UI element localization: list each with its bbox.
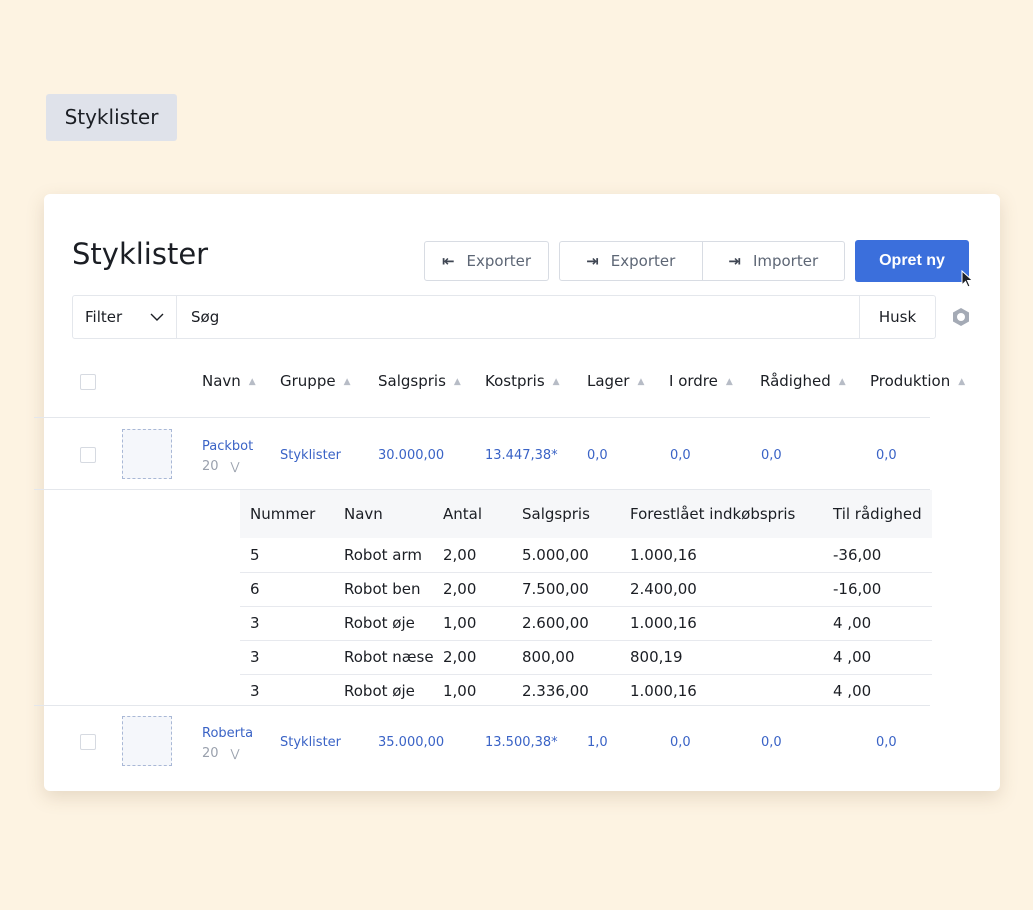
product-thumbnail bbox=[122, 716, 172, 766]
column-header-i-ordre[interactable]: I ordre ▲ bbox=[669, 372, 733, 390]
column-header-kostpris[interactable]: Kostpris ▲ bbox=[485, 372, 560, 390]
sort-icon: ▲ bbox=[552, 377, 560, 387]
sort-icon: ▲ bbox=[637, 377, 645, 387]
column-header-lager[interactable]: Lager ▲ bbox=[587, 372, 644, 390]
expand-chevron-icon[interactable]: ⋁ bbox=[231, 460, 240, 473]
row-production: 0,0 bbox=[876, 448, 897, 463]
component-row[interactable]: 6 Robot ben 2,00 7.500,00 2.400,00 -16,0… bbox=[240, 572, 932, 607]
sort-icon: ▲ bbox=[248, 377, 256, 387]
component-row[interactable]: 3 Robot øje 1,00 2.600,00 1.000,16 4 ,00 bbox=[240, 606, 932, 641]
components-col-purchase: Forestlået indkøbspris bbox=[630, 505, 796, 523]
import-icon: ⇥ bbox=[728, 252, 741, 270]
components-col-available: Til rådighed bbox=[833, 505, 922, 523]
table-header: Navn ▲ Gruppe ▲ Salgspris ▲ Kostpris ▲ Lager… bbox=[34, 362, 965, 402]
row-cost: 13.447,38* bbox=[485, 448, 558, 463]
row-checkbox[interactable] bbox=[80, 734, 96, 750]
bom-components-table: Nummer Navn Antal Salgspris Forestlået i… bbox=[240, 490, 932, 700]
row-checkbox[interactable] bbox=[80, 447, 96, 463]
components-col-price: Salgspris bbox=[522, 505, 590, 523]
mouse-cursor-icon bbox=[961, 270, 974, 288]
row-stock: 0,0 bbox=[587, 448, 608, 463]
component-row[interactable]: 5 Robot arm 2,00 5.000,00 1.000,16 -36,0… bbox=[240, 538, 932, 573]
row-in-order: 0,0 bbox=[670, 735, 691, 750]
filter-dropdown[interactable]: Filter bbox=[73, 296, 177, 338]
filter-bar: Filter Husk bbox=[72, 295, 936, 339]
column-header-gruppe[interactable]: Gruppe ▲ bbox=[280, 372, 351, 390]
table-row[interactable]: Roberta 20 ⋁ Styklister 35.000,00 13.500,… bbox=[34, 716, 930, 786]
component-row[interactable]: 3 Robot øje 1,00 2.336,00 1.000,16 4 ,00 bbox=[240, 674, 932, 708]
row-production: 0,0 bbox=[876, 735, 897, 750]
export-secondary-label: Exporter bbox=[610, 252, 676, 270]
component-row[interactable]: 3 Robot næse 2,00 800,00 800,19 4 ,00 bbox=[240, 640, 932, 675]
components-header: Nummer Navn Antal Salgspris Forestlået i… bbox=[240, 490, 932, 538]
sort-icon: ▲ bbox=[343, 377, 351, 387]
row-qty: 20 ⋁ bbox=[202, 746, 240, 761]
sort-icon: ▲ bbox=[838, 377, 846, 387]
column-header-navn[interactable]: Navn ▲ bbox=[202, 372, 256, 390]
column-header-salgspris[interactable]: Salgspris ▲ bbox=[378, 372, 461, 390]
export-arrow-icon: ⇤ bbox=[441, 252, 455, 270]
gear-icon[interactable] bbox=[948, 304, 974, 330]
export-import-group: ⇥ Exporter ⇥ Importer bbox=[559, 241, 845, 281]
search-input[interactable] bbox=[177, 296, 859, 338]
row-group[interactable]: Styklister bbox=[280, 448, 341, 463]
import-button-label: Importer bbox=[752, 252, 819, 270]
components-col-name: Navn bbox=[344, 505, 383, 523]
sort-icon: ▲ bbox=[453, 377, 461, 387]
components-col-qty: Antal bbox=[443, 505, 483, 523]
page-tag: Styklister bbox=[46, 94, 177, 141]
row-name-link[interactable]: Roberta bbox=[202, 726, 253, 741]
row-cost: 13.500,38* bbox=[485, 735, 558, 750]
row-available: 0,0 bbox=[761, 735, 782, 750]
export-secondary-button[interactable]: ⇥ Exporter bbox=[560, 242, 702, 280]
export-button[interactable]: ⇤ Exporter bbox=[424, 241, 549, 281]
export-button-label: Exporter bbox=[466, 252, 532, 270]
chevron-down-icon bbox=[150, 313, 164, 321]
column-header-radighed[interactable]: Rådighed ▲ bbox=[760, 372, 846, 390]
import-button[interactable]: ⇥ Importer bbox=[701, 242, 845, 280]
sort-icon: ▲ bbox=[958, 377, 966, 387]
row-in-order: 0,0 bbox=[670, 448, 691, 463]
row-name-link[interactable]: Packbot bbox=[202, 439, 253, 454]
save-filter-button[interactable]: Husk bbox=[859, 296, 935, 338]
create-new-button[interactable]: Opret ny bbox=[855, 240, 969, 282]
filter-label: Filter bbox=[85, 308, 123, 326]
product-thumbnail bbox=[122, 429, 172, 479]
row-available: 0,0 bbox=[761, 448, 782, 463]
sort-icon: ▲ bbox=[725, 377, 733, 387]
expand-chevron-icon[interactable]: ⋁ bbox=[231, 747, 240, 760]
export-icon: ⇥ bbox=[586, 252, 599, 270]
page-title: Styklister bbox=[72, 237, 209, 271]
select-all-checkbox[interactable] bbox=[80, 374, 96, 390]
row-stock: 1,0 bbox=[587, 735, 608, 750]
row-price: 35.000,00 bbox=[378, 735, 445, 750]
components-col-number: Nummer bbox=[250, 505, 316, 523]
row-qty: 20 ⋁ bbox=[202, 459, 240, 474]
row-price: 30.000,00 bbox=[378, 448, 445, 463]
column-header-produktion[interactable]: Produktion ▲ bbox=[870, 372, 965, 390]
row-group[interactable]: Styklister bbox=[280, 735, 341, 750]
